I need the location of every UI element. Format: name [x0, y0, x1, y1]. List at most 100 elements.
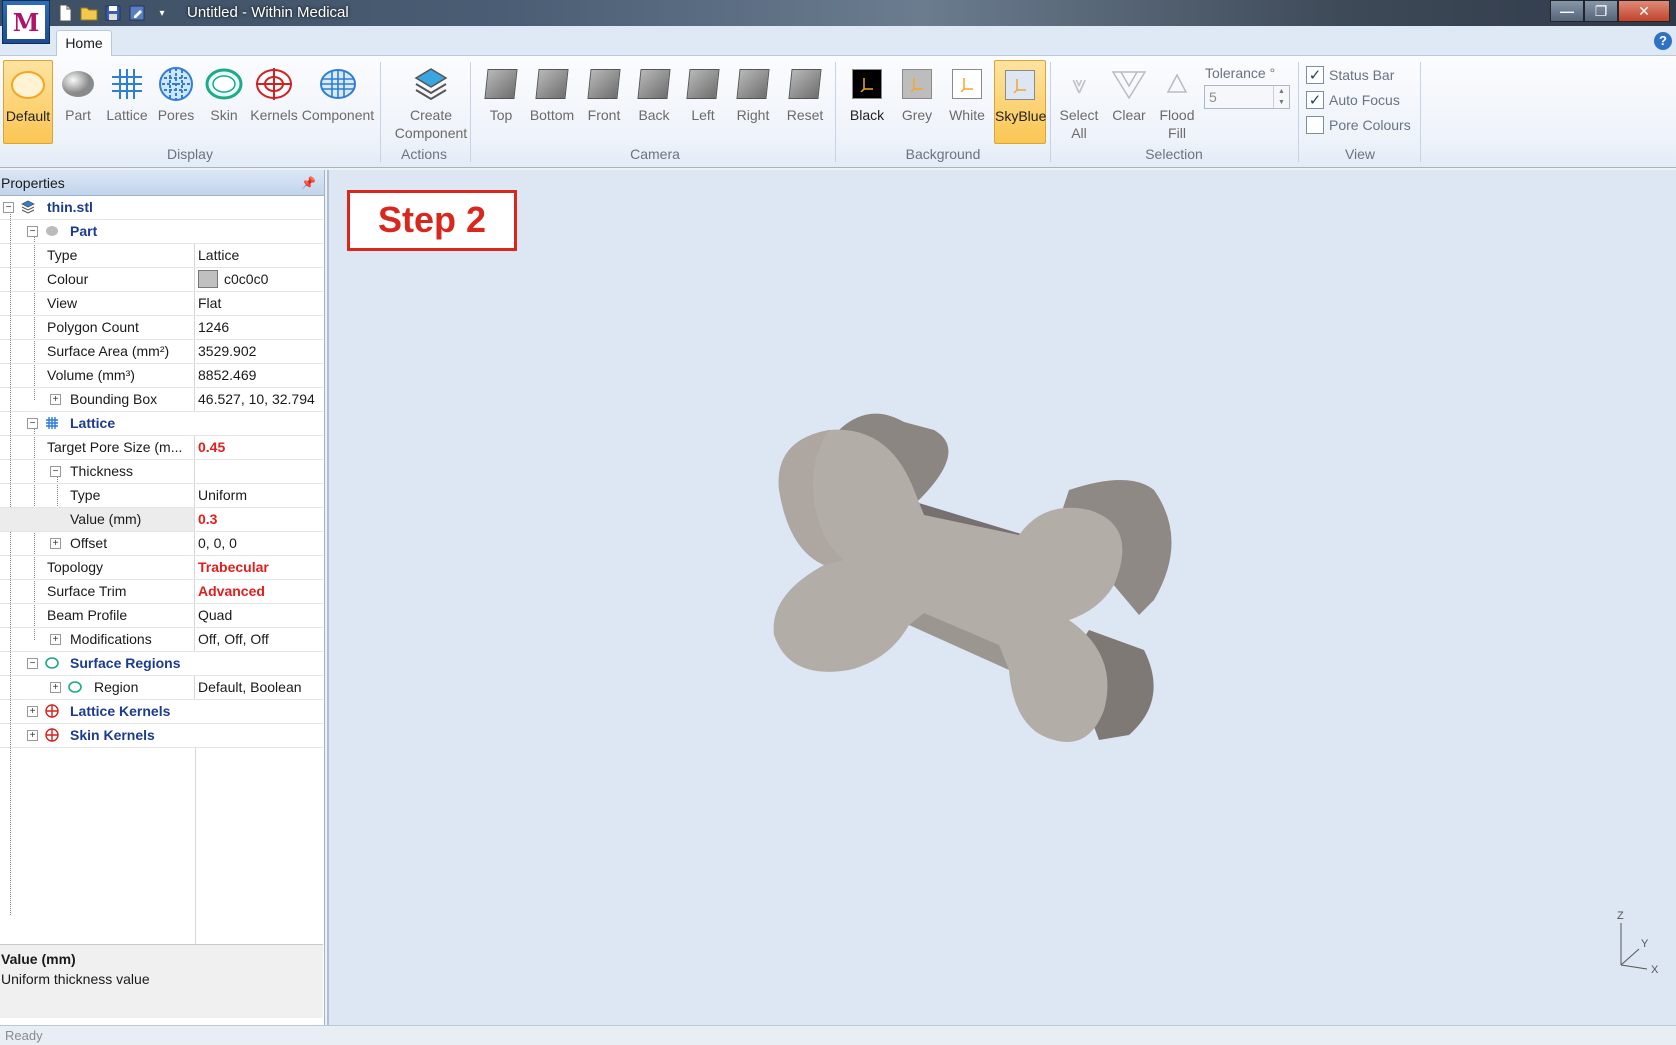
- lattice-grid-icon: [44, 415, 60, 431]
- pin-icon[interactable]: 📌: [301, 170, 316, 196]
- new-file-icon[interactable]: [55, 3, 75, 23]
- background-skyblue-button[interactable]: SkyBlue: [994, 60, 1046, 144]
- auto-focus-checkbox[interactable]: ✓ Auto Focus: [1306, 89, 1400, 111]
- property-row[interactable]: Target Pore Size (m... 0.45: [0, 436, 323, 460]
- bone-model-3d[interactable]: [769, 400, 1199, 770]
- group-separator: [835, 62, 836, 162]
- property-name: Type: [70, 487, 101, 503]
- tab-home[interactable]: Home: [56, 30, 112, 57]
- property-name: Thickness: [70, 463, 134, 479]
- display-pores-button[interactable]: Pores: [153, 60, 199, 144]
- expand-icon[interactable]: +: [27, 730, 38, 741]
- minimize-button[interactable]: —: [1550, 0, 1584, 22]
- expand-icon[interactable]: +: [50, 634, 61, 645]
- expand-icon[interactable]: +: [27, 706, 38, 717]
- spin-arrows-icon[interactable]: ▲ ▼: [1273, 86, 1289, 108]
- camera-back-button[interactable]: Back: [630, 60, 678, 144]
- display-pores-label: Pores: [157, 107, 195, 123]
- property-value: Flat: [198, 295, 222, 311]
- pore-colours-checkbox[interactable]: Pore Colours: [1306, 114, 1411, 136]
- select-all-button[interactable]: ⩔ Select All: [1054, 60, 1104, 150]
- tree-node-lattice[interactable]: − Lattice: [0, 412, 323, 436]
- collapse-icon[interactable]: −: [27, 418, 38, 429]
- app-menu-button[interactable]: M: [2, 0, 50, 44]
- tree-node-surface-regions[interactable]: − Surface Regions: [0, 652, 323, 676]
- property-row[interactable]: Volume (mm³) 8852.469: [0, 364, 323, 388]
- 3d-viewport[interactable]: Step 2 Z Y X: [327, 170, 1676, 1025]
- background-black-button[interactable]: Black: [842, 60, 892, 144]
- properties-panel: Properties 📌 − thin.stl − Part Type Latt…: [0, 170, 325, 1025]
- save-icon[interactable]: [103, 3, 123, 23]
- collapse-icon[interactable]: −: [50, 466, 61, 477]
- tree-node-file[interactable]: − thin.stl: [0, 196, 323, 220]
- camera-top-button[interactable]: Top: [478, 60, 524, 144]
- tree-node-skin-kernels[interactable]: + Skin Kernels: [0, 724, 323, 748]
- expand-icon[interactable]: +: [50, 538, 61, 549]
- clear-selection-button[interactable]: Clear: [1106, 60, 1152, 144]
- property-row-selected[interactable]: Value (mm) 0.3: [0, 508, 323, 532]
- background-white-button[interactable]: White: [942, 60, 992, 144]
- close-button[interactable]: ✕: [1618, 0, 1670, 22]
- tolerance-spinbox[interactable]: 5 ▲ ▼: [1204, 85, 1290, 109]
- status-bar-checkbox[interactable]: ✓ Status Bar: [1306, 64, 1394, 86]
- tree-node-lattice-kernels[interactable]: + Lattice Kernels: [0, 700, 323, 724]
- help-icon[interactable]: ?: [1654, 32, 1672, 50]
- property-value[interactable]: 0.3: [198, 508, 323, 531]
- background-white-label: White: [949, 107, 985, 123]
- flood-fill-icon: [1157, 64, 1197, 104]
- axis-triad-icon: Z Y X: [1617, 910, 1659, 975]
- save-as-icon[interactable]: [127, 3, 147, 23]
- collapse-icon[interactable]: −: [3, 202, 14, 213]
- property-row[interactable]: − Thickness: [0, 460, 323, 484]
- property-row[interactable]: + Offset 0, 0, 0: [0, 532, 323, 556]
- clear-selection-icon: [1109, 64, 1149, 104]
- background-grey-button[interactable]: Grey: [894, 60, 940, 144]
- property-row[interactable]: Colour c0c0c0: [0, 268, 323, 292]
- property-row[interactable]: Surface Area (mm²) 3529.902: [0, 340, 323, 364]
- property-value: 0, 0, 0: [198, 535, 237, 551]
- property-row[interactable]: Type Lattice: [0, 244, 323, 268]
- expand-icon[interactable]: +: [50, 394, 61, 405]
- skin-icon: [204, 64, 244, 104]
- display-default-button[interactable]: Default: [3, 60, 53, 144]
- camera-right-button[interactable]: Right: [728, 60, 778, 144]
- display-kernels-button[interactable]: Kernels: [249, 60, 299, 144]
- property-value: c0c0c0: [224, 271, 269, 287]
- flood-fill-button[interactable]: Flood Fill: [1154, 60, 1200, 150]
- collapse-icon[interactable]: −: [27, 658, 38, 669]
- property-value: 46.527, 10, 32.794: [198, 391, 315, 407]
- camera-bottom-button[interactable]: Bottom: [526, 60, 578, 144]
- property-row[interactable]: + Bounding Box 46.527, 10, 32.794: [0, 388, 323, 412]
- property-row[interactable]: + Region Default, Boolean: [0, 676, 323, 700]
- display-component-button[interactable]: Component: [301, 60, 375, 144]
- skin-kernels-label: Skin Kernels: [70, 727, 155, 743]
- maximize-button[interactable]: ❐: [1584, 0, 1618, 22]
- create-component-button[interactable]: Create Component: [384, 60, 478, 150]
- qat-customize-icon[interactable]: ▾: [152, 3, 172, 23]
- property-row[interactable]: + Modifications Off, Off, Off: [0, 628, 323, 652]
- property-row[interactable]: Topology Trabecular: [0, 556, 323, 580]
- display-part-button[interactable]: Part: [55, 60, 101, 144]
- property-row[interactable]: Polygon Count 1246: [0, 316, 323, 340]
- property-row[interactable]: Beam Profile Quad: [0, 604, 323, 628]
- display-skin-button[interactable]: Skin: [201, 60, 247, 144]
- colour-swatch[interactable]: [198, 269, 218, 288]
- property-row[interactable]: Surface Trim Advanced: [0, 580, 323, 604]
- open-folder-icon[interactable]: [79, 3, 99, 23]
- component-icon: [318, 64, 358, 104]
- file-name: thin.stl: [47, 199, 93, 215]
- property-row[interactable]: Type Uniform: [0, 484, 323, 508]
- pore-colours-checkbox-label: Pore Colours: [1329, 117, 1411, 133]
- camera-front-button[interactable]: Front: [580, 60, 628, 144]
- camera-left-button[interactable]: Left: [680, 60, 726, 144]
- property-name: Surface Area (mm²): [47, 343, 170, 359]
- property-row[interactable]: View Flat: [0, 292, 323, 316]
- expand-icon[interactable]: +: [50, 682, 61, 693]
- tree-node-part[interactable]: − Part: [0, 220, 323, 244]
- properties-header: Properties 📌: [0, 170, 324, 196]
- property-value: 3529.902: [198, 343, 257, 359]
- display-lattice-button[interactable]: Lattice: [103, 60, 151, 144]
- status-bar: Ready: [0, 1025, 1676, 1045]
- camera-reset-button[interactable]: Reset: [780, 60, 830, 144]
- collapse-icon[interactable]: −: [27, 226, 38, 237]
